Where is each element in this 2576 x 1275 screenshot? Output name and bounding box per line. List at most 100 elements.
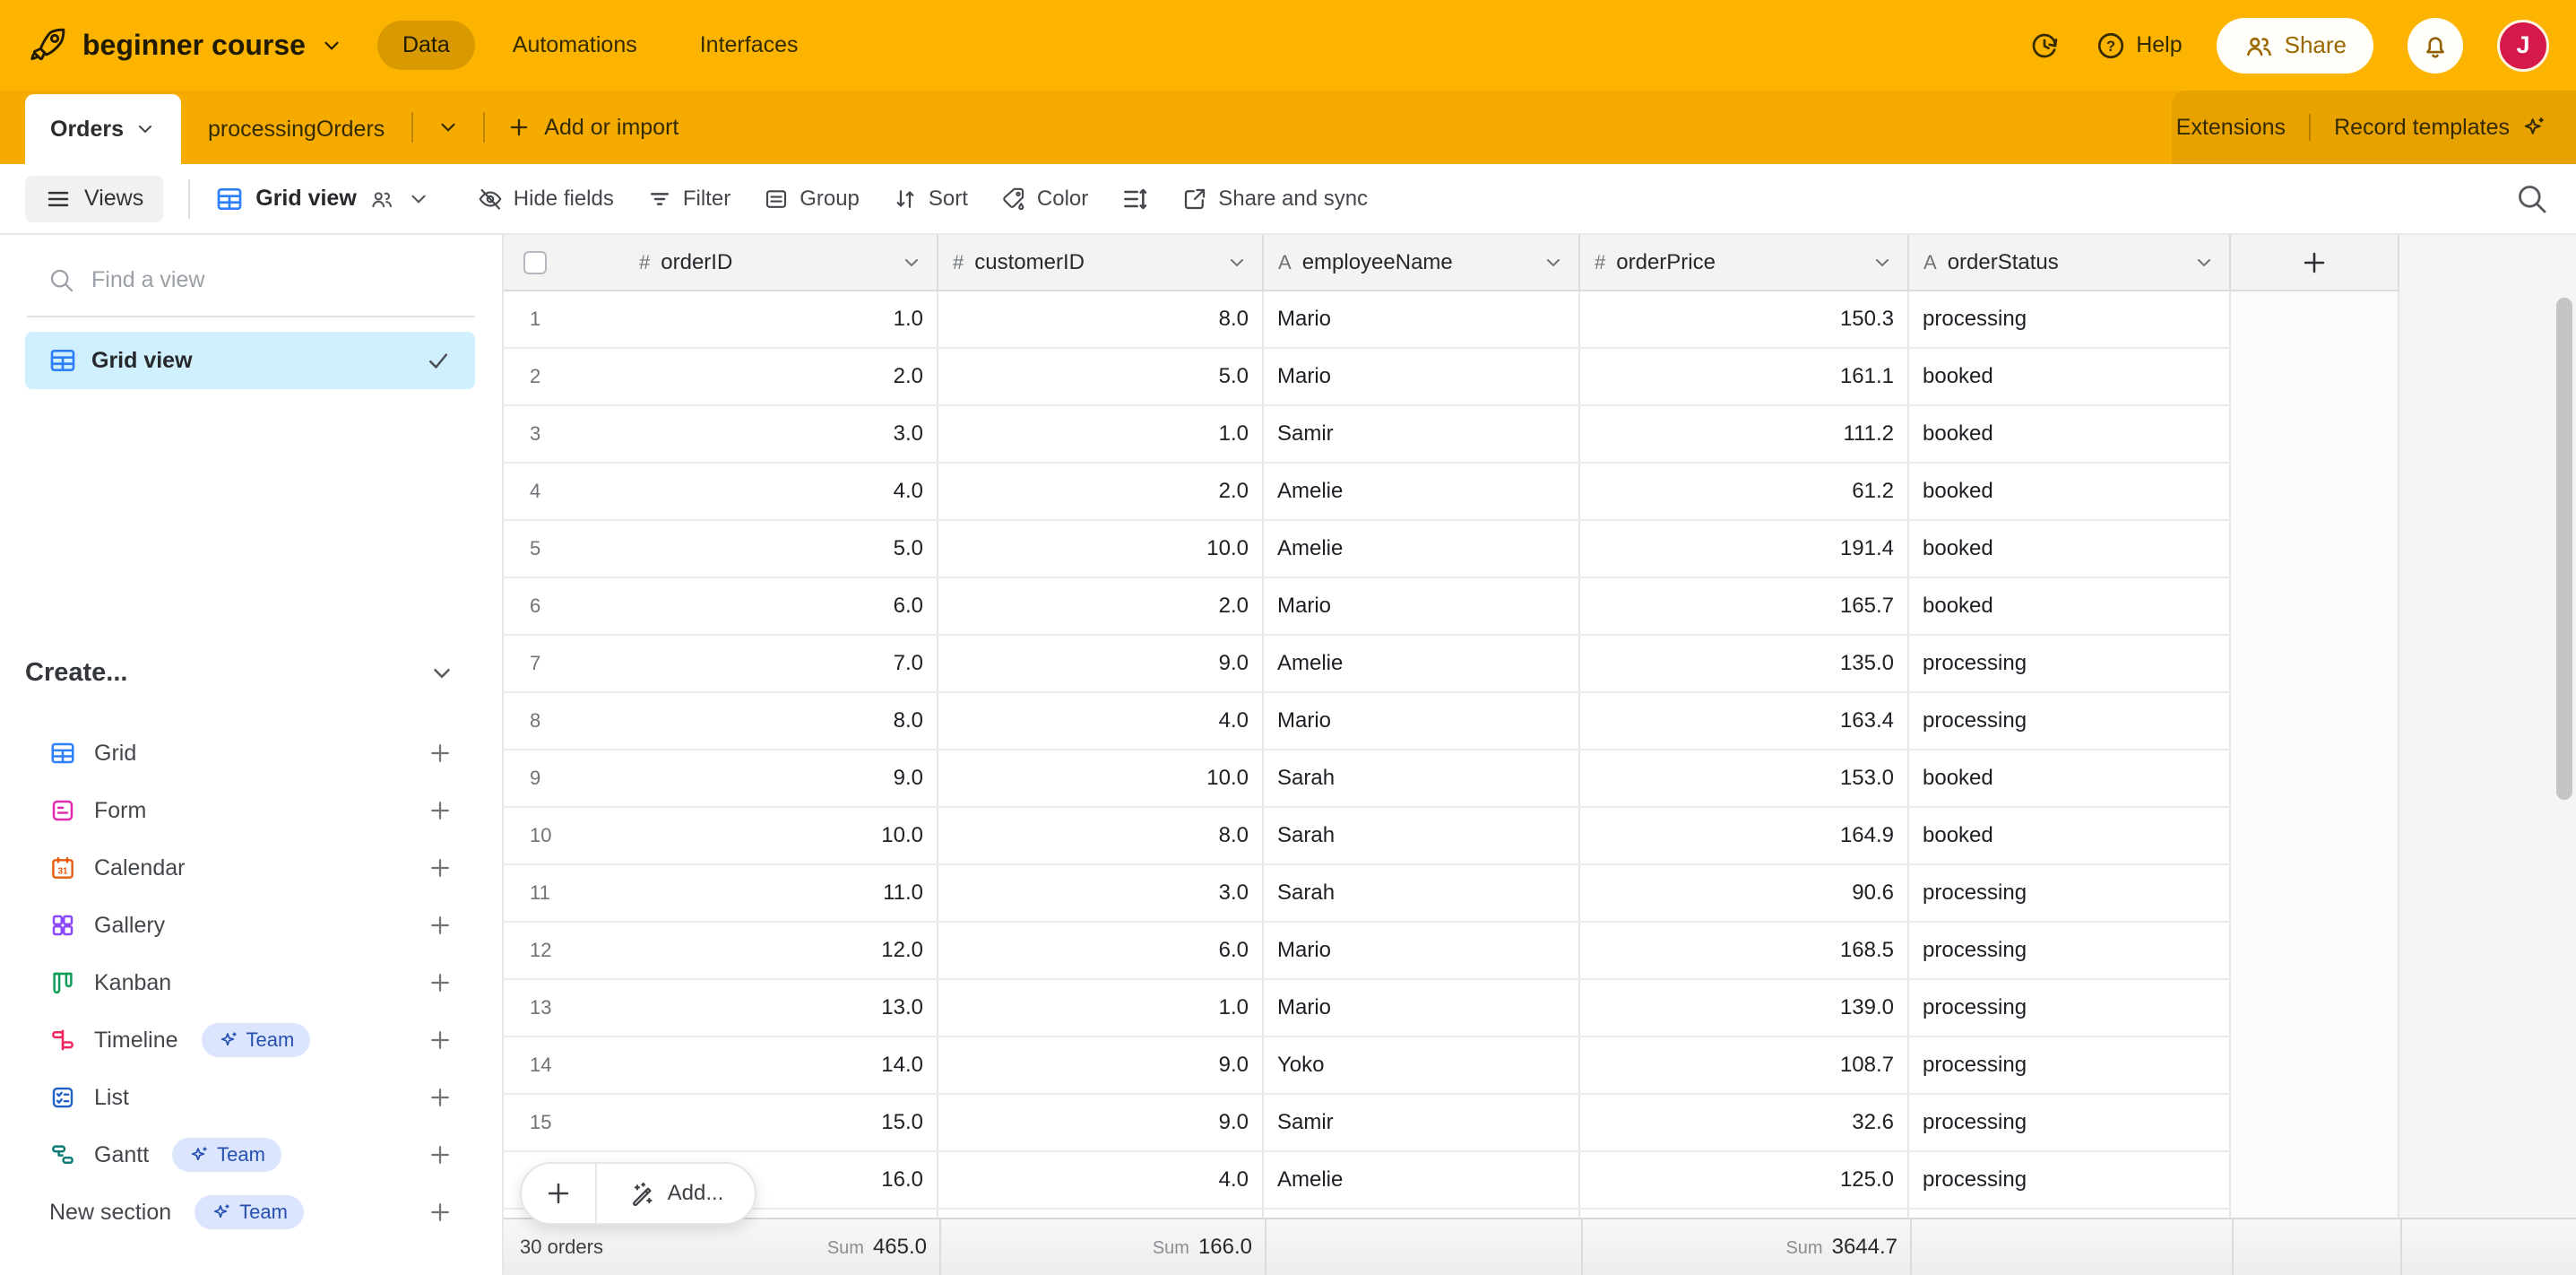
cell-customerID[interactable]: 5.0	[938, 349, 1264, 404]
row-number[interactable]: 5	[504, 521, 625, 577]
cell-customerID[interactable]: 9.0	[938, 636, 1264, 691]
cell-orderStatus[interactable]: processing	[1909, 1095, 2231, 1150]
create-item-gantt[interactable]: Gantt Team	[25, 1129, 475, 1181]
select-all-checkbox[interactable]	[523, 251, 547, 274]
user-avatar[interactable]: J	[2497, 20, 2549, 72]
base-brand[interactable]: beginner course	[27, 25, 343, 66]
cell-customerID[interactable]: 6.0	[938, 923, 1264, 978]
cell-orderStatus[interactable]: processing	[1909, 923, 2231, 978]
create-item-timeline[interactable]: Timeline Team	[25, 1014, 475, 1066]
field-header-employeeName[interactable]: A employeeName	[1264, 235, 1580, 291]
cell-customerID[interactable]: 4.0	[938, 693, 1264, 749]
cell-employeeName[interactable]: Amelie	[1264, 636, 1580, 691]
cell-customerID[interactable]: 10.0	[938, 750, 1264, 806]
cell-orderStatus[interactable]: booked	[1909, 464, 2231, 519]
cell-customerID[interactable]: 9.0	[938, 1095, 1264, 1150]
cell-customerID[interactable]: 10.0	[938, 521, 1264, 577]
cell-orderPrice[interactable]: 164.9	[1580, 808, 1909, 863]
create-item-list[interactable]: List	[25, 1071, 475, 1123]
cell-employeeName[interactable]: Yoko	[1264, 1037, 1580, 1093]
cell-orderID[interactable]: 2.0	[625, 349, 938, 404]
hide-fields-button[interactable]: Hide fields	[477, 186, 614, 212]
cell-orderID[interactable]: 10.0	[625, 808, 938, 863]
cell-orderPrice[interactable]: 90.6	[1580, 865, 1909, 921]
vertical-scrollbar[interactable]	[2556, 298, 2572, 800]
summary-employeeName-cell[interactable]	[1266, 1219, 1583, 1275]
cell-orderStatus[interactable]: processing	[1909, 693, 2231, 749]
cell-orderPrice[interactable]: 135.0	[1580, 636, 1909, 691]
cell-customerID[interactable]: 8.0	[938, 808, 1264, 863]
field-header-orderStatus[interactable]: A orderStatus	[1909, 235, 2231, 291]
cell-employeeName[interactable]: Sarah	[1264, 865, 1580, 921]
cell-orderID[interactable]: 3.0	[625, 406, 938, 462]
nav-tab-automations[interactable]: Automations	[488, 21, 662, 70]
cell-orderPrice[interactable]: 168.5	[1580, 923, 1909, 978]
cell-customerID[interactable]: 2.0	[938, 464, 1264, 519]
sidebar-view-grid-view[interactable]: Grid view	[25, 332, 475, 389]
add-record-button[interactable]	[522, 1164, 597, 1223]
nav-tab-data[interactable]: Data	[377, 21, 475, 70]
cell-orderID[interactable]: 11.0	[625, 865, 938, 921]
tab-orders[interactable]: Orders	[25, 94, 181, 164]
notifications-button[interactable]	[2407, 18, 2463, 74]
record-templates-button[interactable]: Record templates	[2334, 114, 2547, 141]
summary-orderPrice-cell[interactable]: Sum 3644.7	[1583, 1219, 1912, 1275]
add-with-ai-button[interactable]: Add...	[597, 1164, 755, 1223]
cell-customerID[interactable]: 1.0	[938, 406, 1264, 462]
cell-customerID[interactable]: 1.0	[938, 980, 1264, 1036]
field-header-orderPrice[interactable]: # orderPrice	[1580, 235, 1909, 291]
add-field-button[interactable]	[2231, 235, 2399, 291]
field-header-customerID[interactable]: # customerID	[938, 235, 1264, 291]
cell-employeeName[interactable]: Mario	[1264, 291, 1580, 347]
cell-orderPrice[interactable]: 150.3	[1580, 291, 1909, 347]
cell-orderID[interactable]: 14.0	[625, 1037, 938, 1093]
row-number[interactable]: 12	[504, 923, 625, 978]
cell-orderStatus[interactable]: booked	[1909, 808, 2231, 863]
cell-orderStatus[interactable]: booked	[1909, 521, 2231, 577]
tables-dropdown-button[interactable]	[413, 116, 483, 139]
cell-orderPrice[interactable]: 32.6	[1580, 1095, 1909, 1150]
cell-orderStatus[interactable]: processing	[1909, 1152, 2231, 1208]
cell-customerID[interactable]: 3.0	[938, 865, 1264, 921]
cell-orderStatus[interactable]: booked	[1909, 349, 2231, 404]
current-view-button[interactable]: Grid view	[215, 185, 430, 213]
sort-button[interactable]: Sort	[892, 186, 968, 212]
cell-customerID[interactable]: 2.0	[938, 578, 1264, 634]
field-header-orderID[interactable]: # orderID	[625, 235, 938, 291]
add-or-import-button[interactable]: Add or import	[485, 115, 700, 141]
row-number[interactable]: 13	[504, 980, 625, 1036]
cell-orderID[interactable]: 9.0	[625, 750, 938, 806]
row-number[interactable]: 8	[504, 693, 625, 749]
cell-orderID[interactable]: 13.0	[625, 980, 938, 1036]
row-number[interactable]: 6	[504, 578, 625, 634]
create-item-kanban[interactable]: Kanban	[25, 957, 475, 1009]
cell-employeeName[interactable]: Amelie	[1264, 521, 1580, 577]
history-icon[interactable]	[2028, 30, 2061, 62]
cell-orderStatus[interactable]: processing	[1909, 1037, 2231, 1093]
tab-processing-orders[interactable]: processingOrders	[181, 94, 411, 164]
cell-customerID[interactable]: 9.0	[938, 1037, 1264, 1093]
cell-employeeName[interactable]: Amelie	[1264, 464, 1580, 519]
cell-orderPrice[interactable]: 191.4	[1580, 521, 1909, 577]
base-chevron-icon[interactable]	[320, 34, 343, 57]
cell-employeeName[interactable]: Mario	[1264, 693, 1580, 749]
search-button[interactable]	[2513, 180, 2549, 216]
cell-orderStatus[interactable]: processing	[1909, 865, 2231, 921]
row-number[interactable]: 15	[504, 1095, 625, 1150]
cell-orderStatus[interactable]: booked	[1909, 750, 2231, 806]
extensions-button[interactable]: Extensions	[2176, 115, 2286, 141]
row-number[interactable]: 1	[504, 291, 625, 347]
summary-orderID[interactable]: Sum 465.0	[827, 1235, 927, 1260]
create-item-gallery[interactable]: Gallery	[25, 899, 475, 951]
filter-button[interactable]: Filter	[646, 186, 730, 212]
create-item-calendar[interactable]: 31 Calendar	[25, 842, 475, 894]
cell-orderPrice[interactable]: 153.0	[1580, 750, 1909, 806]
cell-employeeName[interactable]: Mario	[1264, 578, 1580, 634]
cell-orderStatus[interactable]: processing	[1909, 291, 2231, 347]
views-button[interactable]: Views	[25, 176, 163, 222]
cell-orderID[interactable]: 7.0	[625, 636, 938, 691]
cell-orderPrice[interactable]: 165.7	[1580, 578, 1909, 634]
create-item-new-section[interactable]: New section Team	[25, 1186, 475, 1238]
cell-orderPrice[interactable]: 163.4	[1580, 693, 1909, 749]
cell-orderID[interactable]: 8.0	[625, 693, 938, 749]
